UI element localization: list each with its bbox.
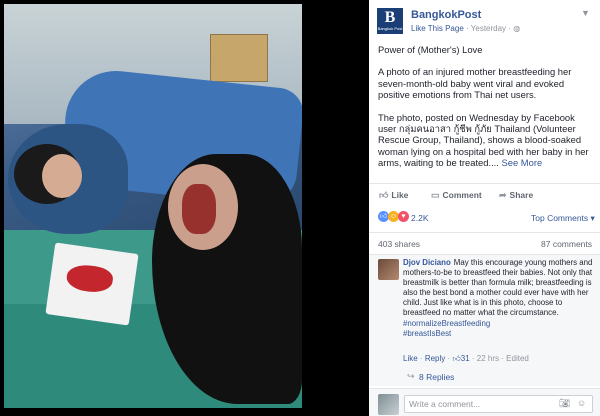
page-logo-text: Bangkok Post: [377, 26, 403, 31]
share-icon: ➦: [499, 190, 507, 200]
reaction-count[interactable]: 2.2K: [411, 213, 429, 223]
post-photo[interactable]: [4, 4, 302, 408]
comment-edited[interactable]: Edited: [506, 354, 529, 363]
post-paragraph-2: The photo, posted on Wednesday by Facebo…: [378, 112, 592, 169]
photo-tissue-stain: [65, 262, 115, 295]
photo-cardboard-box: [210, 34, 268, 82]
comment-meta: Like · Reply · 👍︎31 · 22 hrs · Edited: [403, 354, 529, 364]
photo-viewer: [0, 0, 369, 416]
facebook-photo-theater: B Bangkok Post BangkokPost Like This Pag…: [0, 0, 600, 416]
camera-icon[interactable]: 📷︎: [559, 398, 570, 409]
comment-icon: ▭: [431, 190, 440, 200]
comments-count[interactable]: 87 comments: [541, 239, 592, 249]
comment-input[interactable]: Write a comment... 📷︎ ☺: [404, 395, 593, 413]
comment-reply-link[interactable]: Reply: [425, 354, 445, 363]
post-paragraph-2-text: The photo, posted on Wednesday by Facebo…: [378, 111, 589, 169]
post-title: Power of (Mother's) Love: [378, 44, 483, 55]
post-subline: Like This Page · Yesterday · ◍: [411, 24, 520, 33]
comment-like-link[interactable]: Like: [403, 354, 418, 363]
like-label: Like: [391, 190, 409, 200]
comment-item: Djov Diciano May this encourage young mot…: [369, 254, 600, 368]
share-action[interactable]: ➦ Share: [499, 190, 533, 201]
comment-like-count[interactable]: 31: [461, 354, 470, 363]
post-stats: 403 shares 87 comments: [369, 232, 600, 252]
page-name-link[interactable]: BangkokPost: [411, 9, 481, 21]
reply-arrow-icon: ↪: [407, 371, 415, 381]
post-options-chevron-icon[interactable]: ▼: [581, 8, 590, 18]
smiley-icon[interactable]: ☺: [577, 398, 586, 408]
hashtag-link[interactable]: #breastIsBest: [403, 329, 451, 338]
hashtag-link[interactable]: #normalizeBreastfeeding: [403, 319, 490, 328]
see-more-link[interactable]: See More: [502, 157, 543, 168]
like-page-link[interactable]: Like This Page: [411, 24, 464, 33]
love-reaction-icon[interactable]: ♥: [398, 211, 409, 222]
top-comments-dropdown[interactable]: Top Comments ▾: [531, 213, 595, 224]
comment-label: Comment: [442, 190, 482, 200]
replies-toggle[interactable]: ↪ 8 Replies: [369, 368, 600, 386]
page-logo[interactable]: B Bangkok Post: [377, 8, 403, 34]
photo-baby-face: [42, 154, 82, 198]
commenter-avatar[interactable]: [378, 259, 399, 280]
post-time[interactable]: Yesterday: [471, 24, 506, 33]
like-action[interactable]: 👍︎ Like: [379, 190, 408, 201]
post-text: Power of (Mother's) Love A photo of an i…: [378, 44, 592, 180]
share-label: Share: [509, 190, 534, 200]
post-header: B Bangkok Post BangkokPost Like This Pag…: [369, 0, 600, 40]
globe-icon: ◍: [513, 24, 521, 33]
comment-action[interactable]: ▭ Comment: [431, 190, 482, 201]
post-actions: 👍︎ Like ▭ Comment ➦ Share: [369, 183, 600, 205]
reactions-bar: 👍︎ ☺ ♥ 2.2K Top Comments ▾: [369, 205, 600, 229]
comment-body: Djov Diciano May this encourage young mot…: [403, 258, 593, 339]
page-logo-letter: B: [384, 9, 396, 26]
post-panel: B Bangkok Post BangkokPost Like This Pag…: [369, 0, 600, 416]
shares-count[interactable]: 403 shares: [378, 239, 420, 249]
post-paragraph-1: A photo of an injured mother breastfeedi…: [378, 66, 572, 101]
commenter-name[interactable]: Djov Diciano: [403, 258, 451, 267]
comment-input-placeholder: Write a comment...: [409, 399, 481, 409]
photo-blood: [182, 184, 216, 234]
comment-age[interactable]: 22 hrs: [477, 354, 499, 363]
replies-link[interactable]: 8 Replies: [419, 372, 454, 382]
user-avatar: [378, 394, 399, 415]
write-comment-bar: Write a comment... 📷︎ ☺: [369, 388, 600, 416]
photo-tissue: [45, 242, 139, 326]
thumbs-up-icon: 👍︎: [452, 354, 461, 363]
thumbs-up-icon: 👍︎: [379, 190, 389, 200]
